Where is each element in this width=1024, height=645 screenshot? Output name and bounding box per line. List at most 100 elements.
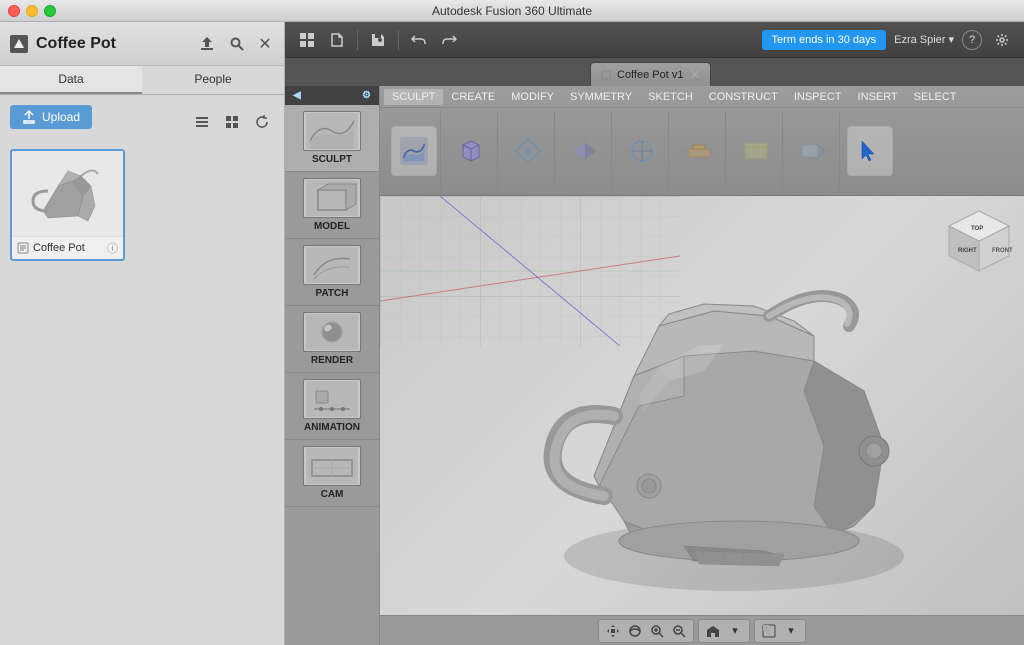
view-cube[interactable]: FRONT RIGHT TOP — [944, 206, 1014, 276]
trial-badge[interactable]: Term ends in 30 days — [762, 30, 887, 50]
user-menu[interactable]: Ezra Spier ▾ — [894, 33, 954, 46]
dropdown-icon[interactable]: ▾ — [725, 622, 745, 640]
separator — [357, 30, 358, 50]
menu-sketch[interactable]: SKETCH — [640, 89, 701, 105]
tool-group-modify — [502, 111, 555, 191]
mode-cam[interactable]: CAM — [285, 440, 379, 507]
search-icon[interactable] — [226, 33, 248, 55]
modify-icon — [514, 137, 542, 165]
share-icon[interactable] — [196, 33, 218, 55]
maximize-button[interactable] — [44, 5, 56, 17]
mode-animation[interactable]: ANIMATION — [285, 373, 379, 440]
inspect-icon — [742, 137, 770, 165]
menu-symmetry[interactable]: SYMMETRY — [562, 89, 640, 105]
tool-group-insert — [787, 111, 840, 191]
sculpt-thumbnail — [303, 111, 361, 151]
menu-modify[interactable]: MODIFY — [503, 89, 562, 105]
tool-group-construct — [673, 111, 726, 191]
tool-sketch[interactable] — [620, 127, 664, 175]
tool-box[interactable] — [449, 127, 493, 175]
toolbar-area: SCULPT CREATE MODIFY SYMMETRY SKETCH CON… — [380, 86, 1024, 196]
zoom-in-icon[interactable] — [647, 622, 667, 640]
info-icon[interactable]: ⓘ — [107, 240, 118, 256]
tab-bar: Coffee Pot v1 ✕ — [285, 58, 1024, 86]
thumbnail-grid: Coffee Pot ⓘ — [10, 149, 274, 261]
sculpt-label: SCULPT — [312, 154, 352, 165]
mode-sculpt[interactable]: SCULPT — [285, 105, 379, 172]
top-bar-right: Term ends in 30 days Ezra Spier ▾ ? — [762, 28, 1014, 52]
window-title: Autodesk Fusion 360 Ultimate — [432, 4, 592, 18]
doc-tab[interactable]: Coffee Pot v1 ✕ — [590, 62, 711, 86]
mode-patch[interactable]: PATCH — [285, 239, 379, 306]
construct-icon — [685, 137, 713, 165]
grid-view-icon[interactable] — [220, 110, 244, 134]
menu-sculpt[interactable]: SCULPT — [384, 89, 443, 105]
menu-insert[interactable]: INSERT — [850, 89, 906, 105]
settings-icon[interactable] — [990, 28, 1014, 52]
sidebar-header: Coffee Pot ✕ — [0, 22, 284, 66]
tab-data[interactable]: Data — [0, 66, 142, 94]
orbit-icon[interactable] — [625, 622, 645, 640]
toolbar-menu: SCULPT CREATE MODIFY SYMMETRY SKETCH CON… — [380, 86, 1024, 108]
toolbar-icons-row — [380, 108, 1024, 194]
undo-icon[interactable] — [407, 28, 431, 52]
upload-label: Upload — [42, 110, 80, 124]
tool-modify[interactable] — [506, 127, 550, 175]
menu-select[interactable]: SELECT — [906, 89, 965, 105]
box-icon — [457, 137, 485, 165]
save-icon[interactable] — [366, 28, 390, 52]
menu-inspect[interactable]: INSPECT — [786, 89, 850, 105]
tab-people[interactable]: People — [142, 66, 284, 94]
top-bar: Term ends in 30 days Ezra Spier ▾ ? — [285, 22, 1024, 58]
redo-icon[interactable] — [437, 28, 461, 52]
file-icon[interactable] — [325, 28, 349, 52]
mode-panel-header[interactable]: ◀ ⚙ — [285, 86, 379, 105]
home-view-icon[interactable] — [703, 622, 723, 640]
thumbnail-item[interactable]: Coffee Pot ⓘ — [10, 149, 125, 261]
list-view-icon[interactable] — [190, 110, 214, 134]
tool-select[interactable] — [848, 127, 892, 175]
autodesk-logo-icon — [10, 35, 28, 53]
sidebar-tabs: Data People — [0, 66, 284, 95]
tool-group-inspect — [730, 111, 783, 191]
tool-insert[interactable] — [791, 127, 835, 175]
display-mode-icon[interactable] — [759, 622, 779, 640]
zoom-out-icon[interactable] — [669, 622, 689, 640]
tool-construct[interactable] — [677, 127, 721, 175]
mode-panel: ◀ ⚙ SCULPT — [285, 86, 380, 645]
grid-icon[interactable] — [295, 28, 319, 52]
thumbnail-name: Coffee Pot — [33, 242, 85, 254]
tool-sculpt-mode[interactable] — [392, 127, 436, 175]
user-dropdown-icon: ▾ — [948, 33, 954, 46]
refresh-icon[interactable] — [250, 110, 274, 134]
mode-model[interactable]: MODEL — [285, 172, 379, 239]
pan-icon[interactable] — [603, 622, 623, 640]
tab-label: Coffee Pot v1 — [617, 69, 683, 81]
traffic-lights — [8, 5, 56, 17]
tool-group-sculpt-mode — [388, 111, 441, 191]
help-button[interactable]: ? — [962, 30, 982, 50]
mode-header-arrow: ◀ — [293, 90, 301, 101]
view-controls: ▾ — [698, 619, 750, 643]
help-icon: ? — [969, 34, 975, 46]
tool-symmetry[interactable] — [563, 127, 607, 175]
3d-model — [484, 196, 984, 615]
workspace: ◀ ⚙ SCULPT — [285, 86, 1024, 645]
tool-inspect[interactable] — [734, 127, 778, 175]
username: Ezra Spier — [894, 34, 945, 46]
sidebar-close-icon[interactable]: ✕ — [256, 35, 274, 53]
close-button[interactable] — [8, 5, 20, 17]
separator-2 — [398, 30, 399, 50]
menu-create[interactable]: CREATE — [443, 89, 503, 105]
tab-close-icon[interactable]: ✕ — [689, 68, 700, 81]
menu-construct[interactable]: CONSTRUCT — [701, 89, 786, 105]
upload-button[interactable]: Upload — [10, 105, 92, 129]
render-thumbnail — [303, 312, 361, 352]
model-thumbnail — [303, 178, 361, 218]
title-bar: Autodesk Fusion 360 Ultimate — [0, 0, 1024, 22]
minimize-button[interactable] — [26, 5, 38, 17]
settings-dot-icon[interactable]: ⚙ — [362, 90, 371, 101]
display-dropdown-icon[interactable]: ▾ — [781, 622, 801, 640]
mode-render[interactable]: RENDER — [285, 306, 379, 373]
viewport[interactable]: FRONT RIGHT TOP — [380, 196, 1024, 615]
